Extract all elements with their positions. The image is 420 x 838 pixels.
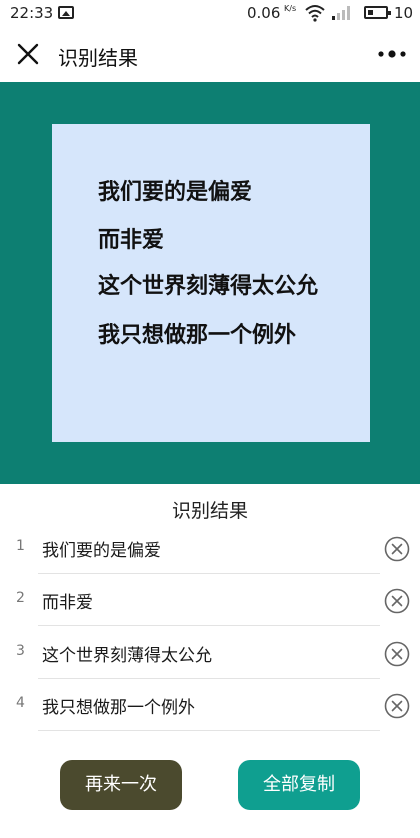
result-number: 2 <box>16 590 25 606</box>
wifi-icon <box>305 5 325 22</box>
image-notification-icon <box>58 6 74 19</box>
remove-line-icon[interactable] <box>384 693 410 719</box>
recognized-image: 我们要的是偏爱 而非爱 这个世界刻薄得太公允 我只想做那一个例外 <box>52 124 370 442</box>
result-item[interactable]: 4 我只想做那一个例外 <box>0 679 420 731</box>
result-item[interactable]: 1 我们要的是偏爱 <box>0 522 420 574</box>
copy-all-button[interactable]: 全部复制 <box>238 760 360 810</box>
network-speed: 0.06 <box>247 4 281 22</box>
result-text[interactable]: 而非爱 <box>42 588 93 613</box>
image-text-line: 我只想做那一个例外 <box>98 323 297 348</box>
status-time: 22:33 <box>10 4 54 22</box>
close-icon[interactable] <box>14 40 42 68</box>
image-text-line: 而非爱 <box>98 228 165 253</box>
remove-line-icon[interactable] <box>384 588 410 614</box>
result-text[interactable]: 我只想做那一个例外 <box>42 693 195 718</box>
results-heading: 识别结果 <box>171 500 248 522</box>
app-bar: 识别结果 <box>0 26 420 82</box>
result-number: 3 <box>16 643 25 659</box>
status-bar: 22:33 0.06 K/s 10 <box>0 0 420 26</box>
result-number: 1 <box>16 538 25 554</box>
remove-line-icon[interactable] <box>384 641 410 667</box>
more-options-icon[interactable] <box>374 40 410 68</box>
result-item[interactable]: 2 而非爱 <box>0 574 420 626</box>
image-text-line: 这个世界刻薄得太公允 <box>98 274 319 299</box>
cell-signal-icon <box>332 6 350 20</box>
battery-level: 10 <box>394 4 414 22</box>
image-preview-area: 我们要的是偏爱 而非爱 这个世界刻薄得太公允 我只想做那一个例外 <box>0 82 420 484</box>
network-speed-unit: K/s <box>284 4 297 13</box>
battery-icon <box>364 6 391 19</box>
result-number: 4 <box>16 695 25 711</box>
result-text[interactable]: 我们要的是偏爱 <box>42 536 161 561</box>
result-text[interactable]: 这个世界刻薄得太公允 <box>42 641 212 666</box>
remove-line-icon[interactable] <box>384 536 410 562</box>
retry-button[interactable]: 再来一次 <box>60 760 182 810</box>
image-text-line: 我们要的是偏爱 <box>98 180 253 205</box>
result-item[interactable]: 3 这个世界刻薄得太公允 <box>0 627 420 679</box>
divider <box>38 730 380 731</box>
divider <box>38 625 380 626</box>
page-title: 识别结果 <box>58 46 138 70</box>
